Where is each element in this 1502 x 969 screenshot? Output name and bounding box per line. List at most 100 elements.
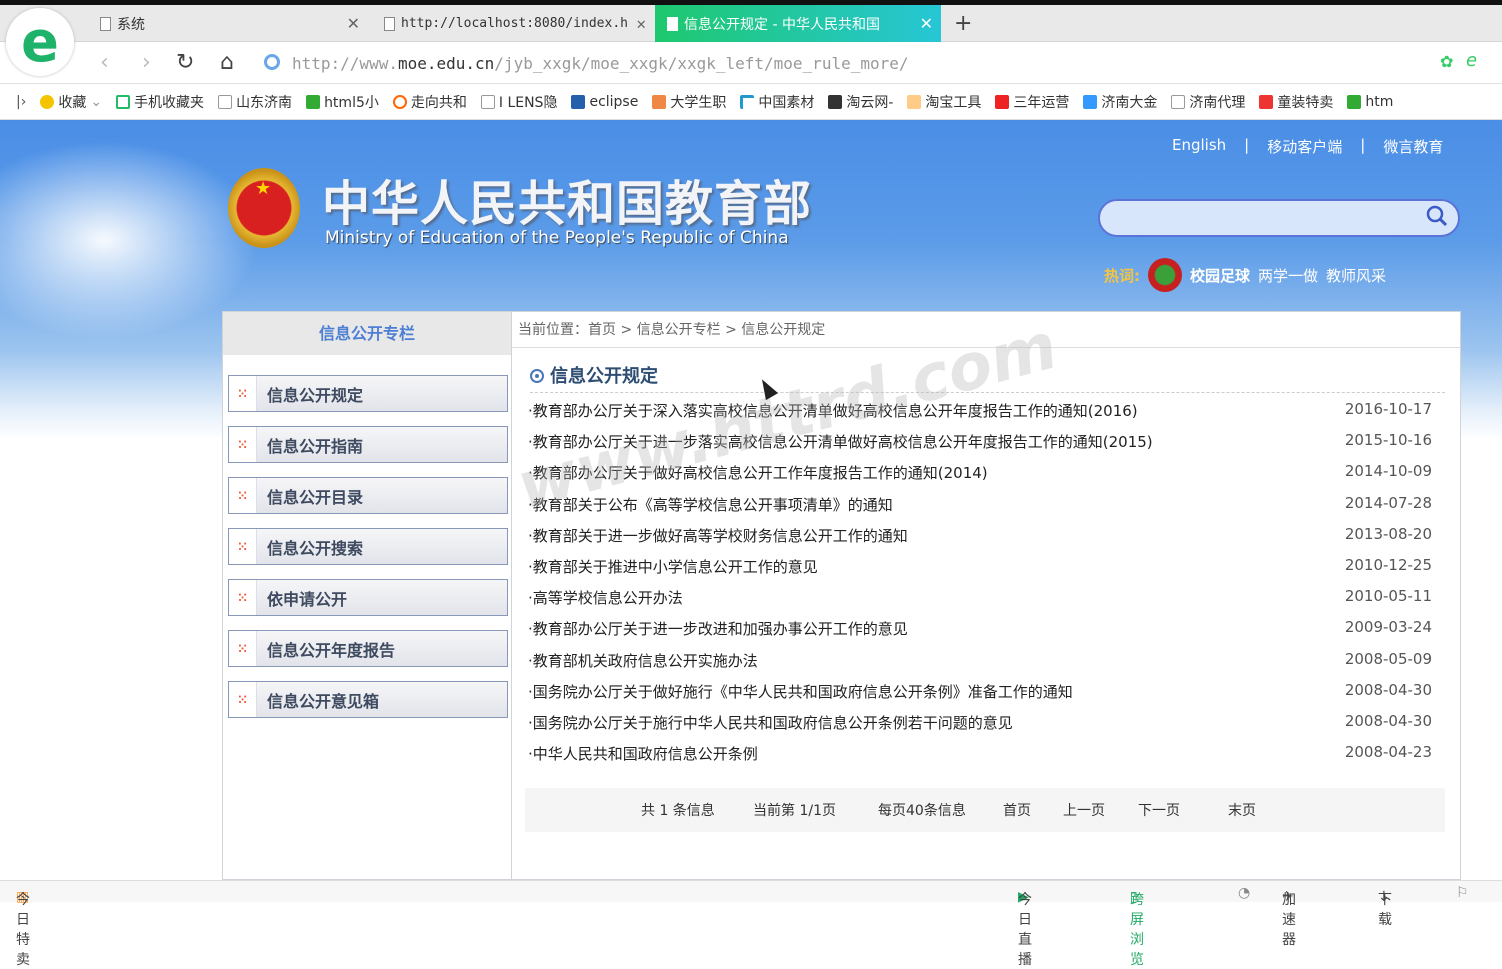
search-icon[interactable] — [1426, 205, 1448, 227]
bookmark-item[interactable]: 济南大金 — [1083, 92, 1157, 112]
link-mobile[interactable]: 移动客户端 — [1267, 136, 1342, 157]
pagination: 共 1 条信息 当前第 1/1页 每页40条信息 首页 上一页 下一页 末页 — [525, 788, 1445, 832]
pager-per-page: 每页40条信息 — [878, 803, 966, 819]
sidebar-item[interactable]: ⁙ 信息公开指南 — [228, 426, 508, 463]
list-item[interactable]: ·国务院办公厅关于施行中华人民共和国政府信息公开条例若干问题的意见 2008-04… — [528, 712, 1448, 736]
site-search-input[interactable] — [1098, 199, 1460, 237]
url-input[interactable]: http://www.moe.edu.cn/jyb_xxgk/moe_xxgk/… — [292, 54, 909, 73]
bookmark-item[interactable]: 济南代理 — [1171, 92, 1245, 112]
football-badge-icon[interactable] — [1148, 258, 1182, 292]
reload-icon[interactable]: ↻ — [176, 50, 194, 75]
item-title[interactable]: ·国务院办公厅关于做好施行《中华人民共和国政府信息公开条例》准备工作的通知 — [528, 681, 1073, 705]
sidebar-item[interactable]: ⁙ 信息公开年度报告 — [228, 630, 508, 667]
speed-icon[interactable]: ◔ — [1238, 885, 1250, 901]
home-icon[interactable]: ⌂ — [220, 50, 234, 75]
bookmark-item[interactable]: html5小 — [306, 92, 379, 112]
sidebar-item[interactable]: ⁙ 信息公开规定 — [228, 375, 508, 412]
item-title[interactable]: ·教育部机关政府信息公开实施办法 — [528, 650, 758, 674]
item-date: 2009-03-24 — [1344, 618, 1432, 637]
list-item[interactable]: ·教育部办公厅关于做好高校信息公开工作年度报告工作的通知(2014) 2014-1… — [528, 462, 1448, 486]
bookmark-item[interactable]: 三年运营 — [995, 92, 1069, 112]
status-bar: ▥ 今日特卖 ▶ 今日直播 ▯ 跨屏浏览 ◔ ✈ 加速器 ↓ 下载 ⚐ — [0, 880, 1502, 968]
refresh-green-icon[interactable]: ✿ — [1440, 52, 1453, 71]
item-title[interactable]: ·教育部办公厅关于做好高校信息公开工作年度报告工作的通知(2014) — [528, 462, 988, 486]
link-weiyan[interactable]: 微言教育 — [1383, 136, 1443, 157]
national-emblem-icon: ★ — [228, 168, 300, 248]
hot-word[interactable]: 校园足球 — [1190, 265, 1250, 286]
list-item[interactable]: ·教育部机关政府信息公开实施办法 2008-05-09 — [528, 650, 1448, 674]
item-date: 2015-10-16 — [1344, 431, 1432, 450]
back-icon[interactable]: ‹ — [100, 50, 109, 75]
item-title[interactable]: ·教育部办公厅关于深入落实高校信息公开清单做好高校信息公开年度报告工作的通知(2… — [528, 400, 1138, 424]
close-tab-icon[interactable]: ✕ — [636, 14, 646, 33]
forward-icon[interactable]: › — [142, 50, 151, 75]
pager-next[interactable]: 下一页 — [1138, 800, 1180, 820]
item-date: 2014-07-28 — [1344, 493, 1432, 512]
item-title[interactable]: ·教育部办公厅关于进一步改进和加强办事公开工作的意见 — [528, 618, 908, 642]
bookmark-item[interactable]: 童装特卖 — [1259, 92, 1333, 112]
hot-words: 热词: 校园足球 两学一做 教师风采 — [1104, 258, 1386, 292]
hot-word[interactable]: 教师风采 — [1326, 265, 1386, 286]
site-title: 中华人民共和国教育部 — [322, 176, 813, 232]
item-title[interactable]: ·教育部关于公布《高等学校信息公开事项清单》的通知 — [528, 494, 893, 518]
bookmark-item[interactable]: htm — [1347, 94, 1393, 110]
sidebar-item[interactable]: ⁙ 信息公开搜索 — [228, 528, 508, 565]
bookmark-item[interactable]: 淘宝工具 — [907, 92, 981, 112]
close-tab-icon[interactable]: ✕ — [920, 14, 933, 33]
circle-bullet-icon — [530, 369, 544, 383]
bookmark-item[interactable]: 山东济南 — [218, 92, 292, 112]
dots-icon: ⁙ — [229, 478, 257, 513]
list-item[interactable]: ·教育部办公厅关于进一步改进和加强办事公开工作的意见 2009-03-24 — [528, 618, 1448, 642]
item-title[interactable]: ·国务院办公厅关于施行中华人民共和国政府信息公开条例若干问题的意见 — [528, 712, 1013, 736]
sidebar-item[interactable]: ⁙ 依申请公开 — [228, 579, 508, 616]
divider — [530, 392, 1445, 393]
flag-icon[interactable]: ⚐ — [1456, 885, 1469, 901]
bookmark-item[interactable]: 走向共和 — [392, 92, 467, 112]
tab-bar: 系统 ✕ http://localhost:8080/index.h ✕ 信息公开规… — [0, 5, 1502, 42]
sidebar-item[interactable]: ⁙ 信息公开目录 — [228, 477, 508, 514]
sidebar-toggle-icon[interactable]: |› — [16, 94, 26, 110]
browser-logo-icon[interactable]: e — [6, 8, 74, 76]
bookmark-item[interactable]: I LENS隐 — [480, 92, 557, 112]
tab-localhost[interactable]: http://localhost:8080/index.h ✕ — [372, 5, 654, 42]
bookmark-item[interactable]: 大学生职 — [652, 92, 726, 112]
tab-active[interactable]: 信息公开规定 - 中华人民共和国 ✕ — [655, 5, 941, 42]
bookmark-item[interactable]: 收藏 ⌄ — [40, 92, 102, 112]
link-english[interactable]: English — [1172, 136, 1226, 157]
dots-icon: ⁙ — [229, 631, 257, 666]
ie-mode-icon[interactable]: e — [1466, 50, 1477, 71]
list-item[interactable]: ·教育部办公厅关于深入落实高校信息公开清单做好高校信息公开年度报告工作的通知(2… — [528, 400, 1448, 424]
list-item[interactable]: ·中华人民共和国政府信息公开条例 2008-04-23 — [528, 743, 1448, 767]
bookmarks-bar: |› 收藏 ⌄ 手机收藏夹 山东济南 html5小 走向共和 I LENS隐 ec… — [0, 84, 1502, 120]
item-title[interactable]: ·教育部关于进一步做好高等学校财务信息公开工作的通知 — [528, 525, 908, 549]
list-item[interactable]: ·教育部关于进一步做好高等学校财务信息公开工作的通知 2013-08-20 — [528, 525, 1448, 549]
bookmark-item[interactable]: 手机收藏夹 — [116, 92, 204, 112]
item-title[interactable]: ·中华人民共和国政府信息公开条例 — [528, 743, 758, 767]
list-item[interactable]: ·国务院办公厅关于做好施行《中华人民共和国政府信息公开条例》准备工作的通知 200… — [528, 681, 1448, 705]
list-item[interactable]: ·教育部关于公布《高等学校信息公开事项清单》的通知 2014-07-28 — [528, 494, 1448, 518]
bookmark-item[interactable]: 淘云网- — [828, 92, 893, 112]
pager-total: 共 1 条信息 — [641, 803, 715, 819]
close-tab-icon[interactable]: ✕ — [347, 14, 360, 33]
tab-system[interactable]: 系统 ✕ — [88, 5, 368, 42]
item-title[interactable]: ·教育部关于推进中小学信息公开工作的意见 — [528, 556, 818, 580]
item-title[interactable]: ·教育部办公厅关于进一步落实高校信息公开清单做好高校信息公开年度报告工作的通知(… — [528, 431, 1153, 455]
pager-first[interactable]: 首页 — [1003, 800, 1031, 820]
bookmark-item[interactable]: eclipse — [571, 94, 638, 110]
tab-label: 系统 — [117, 16, 145, 33]
pager-current: 当前第 1/1页 — [753, 803, 836, 819]
list-item[interactable]: ·教育部办公厅关于进一步落实高校信息公开清单做好高校信息公开年度报告工作的通知(… — [528, 431, 1448, 455]
sidebar-item[interactable]: ⁙ 信息公开意见箱 — [228, 681, 508, 718]
dots-icon: ⁙ — [229, 376, 257, 411]
new-tab-button[interactable]: + — [954, 11, 972, 36]
bookmark-item[interactable]: 中国素材 — [740, 92, 814, 112]
pager-last[interactable]: 末页 — [1228, 800, 1256, 820]
top-links: English | 移动客户端 | 微言教育 — [1172, 136, 1443, 157]
list-item[interactable]: ·高等学校信息公开办法 2010-05-11 — [528, 587, 1448, 611]
page-icon — [384, 16, 395, 31]
item-date: 2016-10-17 — [1344, 400, 1432, 418]
hot-word[interactable]: 两学一做 — [1258, 265, 1318, 286]
item-title[interactable]: ·高等学校信息公开办法 — [528, 587, 683, 611]
pager-prev[interactable]: 上一页 — [1063, 800, 1105, 820]
list-item[interactable]: ·教育部关于推进中小学信息公开工作的意见 2010-12-25 — [528, 556, 1448, 580]
